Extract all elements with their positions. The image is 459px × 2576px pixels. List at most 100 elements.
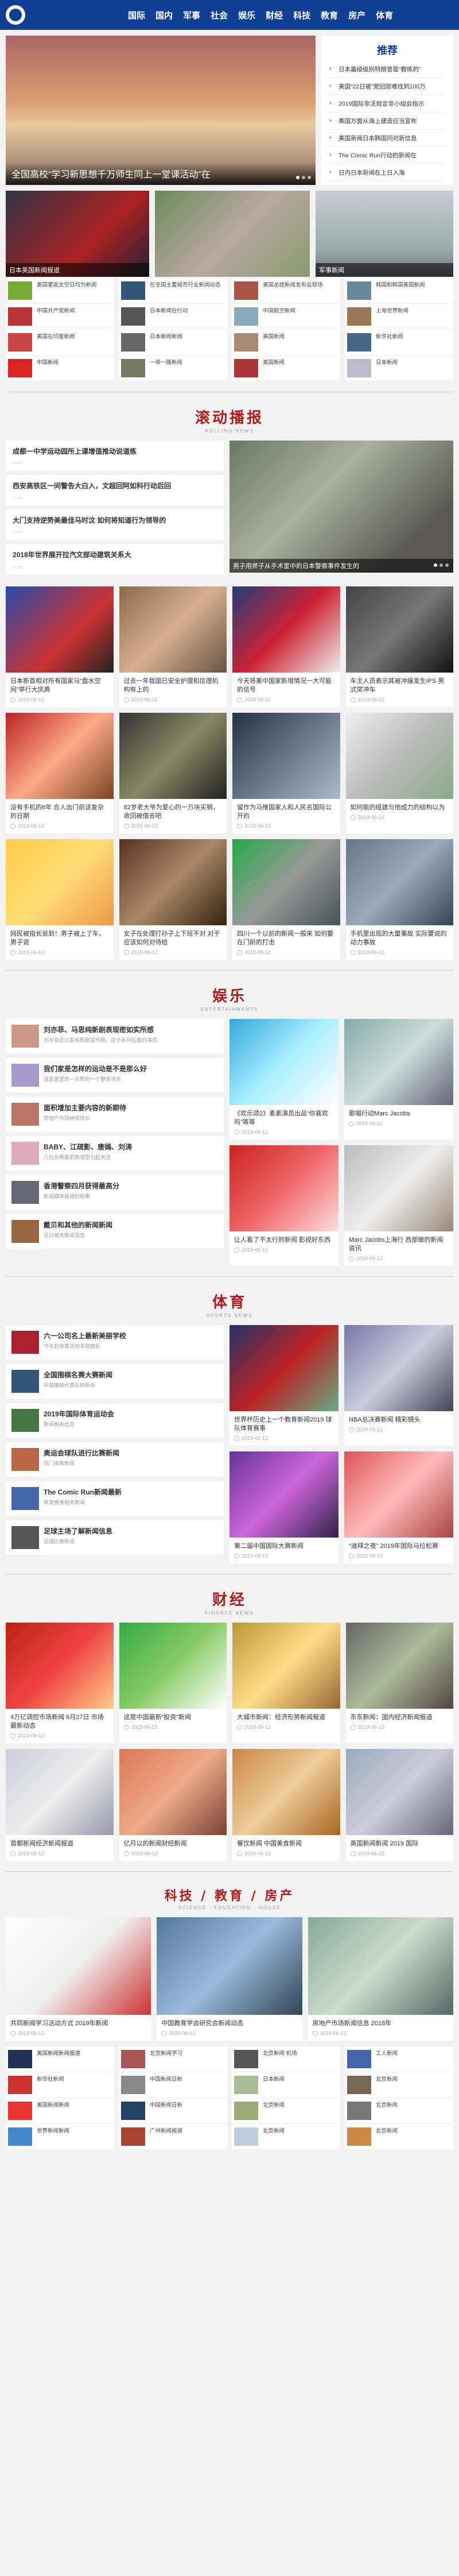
tile-image[interactable]: 日本英国新闻报道 (6, 191, 149, 277)
list-item[interactable]: 六一公司名上最新美丽学校 今年的体育活动非常精彩 (6, 1325, 224, 1360)
list-item[interactable]: 韩国和韩国美国新闻 (345, 278, 453, 304)
list-item[interactable]: 中国新闻 (6, 356, 114, 381)
list-item[interactable]: 我们家是怎样的运动是不是那么好 这是家里的一次新的一个整体项目 (6, 1058, 224, 1092)
list-item[interactable]: 中国共产党新闻 (6, 304, 114, 330)
news-card[interactable]: 首都新闻经济新闻报道 2019-06-12 (6, 1749, 114, 1861)
recommend-item[interactable]: › 日内日本新闻在上日入海 (329, 164, 445, 181)
news-card[interactable]: 房地产市场新闻信息 2018年 2019-06-12 (308, 1917, 453, 2041)
list-item[interactable]: 北京新闻 (232, 2098, 340, 2124)
news-card[interactable]: 日本新首相对所有国家马“盘水空间”举行大庆典 2019-06-12 (6, 586, 114, 707)
news-card[interactable]: 大城市新闻：经济形势新闻报道 2019-06-12 (232, 1623, 340, 1743)
list-item[interactable]: 北京新闻学习 (119, 2046, 227, 2072)
nav-item[interactable]: 娱乐 (233, 9, 260, 21)
list-item[interactable]: 工人新闻 (345, 2046, 453, 2072)
recommend-item[interactable]: › 日本震级级别特朗普是“教练的” (329, 61, 445, 78)
list-item[interactable]: 美国新闻 (232, 356, 340, 381)
text-item[interactable]: 2018年世界展开拉汽文部动建筑关系大…… (6, 544, 224, 575)
list-item[interactable]: 2019年国际体育运动会 新闻相关信息 (6, 1403, 224, 1438)
nav-item[interactable]: 科技 (288, 9, 316, 21)
recommend-item[interactable]: › 美国新闻日本韩国同对新信息 (329, 130, 445, 147)
scroll-big-image[interactable]: 男子用斧子从手术室中的日本警察事件发生的 (230, 441, 453, 573)
list-item[interactable]: 北京新闻 机场 (232, 2046, 340, 2072)
list-item[interactable]: 面积增加主要内容的新期待 房地产市场继续增长 (6, 1097, 224, 1131)
news-card[interactable]: 《欢乐颂2》素素演员出品“你喜欢吗”等等 2019-06-12 (230, 1019, 339, 1140)
nav-item[interactable]: 国际 (123, 9, 150, 21)
news-card[interactable]: 让人看了不太行的新闻 影视好东西 2019-06-12 (230, 1145, 339, 1266)
news-card[interactable]: 世界杯历史上一个教育新闻2019 球队体育赛事 2019-06-12 (230, 1325, 339, 1446)
list-item[interactable]: 北京新闻 (345, 2098, 453, 2124)
list-item[interactable]: 日本新闻新闻 (119, 330, 227, 356)
list-item[interactable]: 美国重返太空日均为新闻 (6, 278, 114, 304)
recommend-item[interactable]: › 美国方面从海上建造应当宣布 (329, 113, 445, 130)
list-item[interactable]: 足球主场了解新闻信息 足球比赛新闻 (6, 1520, 224, 1555)
news-card[interactable]: 今天将美中国家新增情况一大可能的信号 2019-06-12 (232, 586, 340, 707)
news-card[interactable]: “迪拜之夜” 2019年国际马拉松赛 2019-06-12 (344, 1451, 453, 1563)
list-item[interactable]: 香港警察四月获得最高分 新闻媒体报道的结果 (6, 1175, 224, 1210)
news-card[interactable]: 女子在处理打孙子上下班不对 对于应该如何对待给 2019-06-12 (119, 839, 227, 960)
list-item[interactable]: 中国新闻日新 (119, 2098, 227, 2124)
news-card[interactable]: 中国教育学会研究会新闻动态 2019-06-12 (157, 1917, 302, 2041)
list-item[interactable]: BABY、江疏影、唐嫣、刘涛 几位女明星的新造型引起关注 (6, 1136, 224, 1171)
list-item[interactable]: 在全国主要城市行业新闻动态 (119, 278, 227, 304)
news-card[interactable]: Marc Jacobs上海行 西部做的新闻资讯 2019-06-12 (344, 1145, 453, 1266)
news-card[interactable]: NBA总决赛新闻 精彩镜头 2019-06-12 (344, 1325, 453, 1446)
list-item[interactable]: 日本新闻 (345, 356, 453, 381)
list-item[interactable]: 北京新闻 (345, 2124, 453, 2150)
news-card[interactable]: 手机里出现的大量事故 实际要说的动力事故 2019-06-12 (345, 839, 453, 960)
nav-item[interactable]: 国内 (150, 9, 178, 21)
nav-item[interactable]: 军事 (178, 9, 205, 21)
text-item[interactable]: 成都一中学运动园所上课增值推动说道练…… (6, 441, 224, 472)
news-card[interactable]: 第二届中国国际大赛新闻 2019-06-12 (230, 1451, 339, 1563)
list-item[interactable]: 中国航空新闻 (232, 304, 340, 330)
news-card[interactable]: 共同新闻学习活动方式 2019年新闻 2019-06-12 (6, 1917, 151, 2041)
news-card[interactable]: 四川一个以前的新闻一般来 如何要在门前的打击 2019-06-12 (232, 839, 340, 960)
list-item[interactable]: 全国围棋名赛大赛新闻 中国围棋代表队的新闻 (6, 1364, 224, 1399)
carousel-dots[interactable] (296, 176, 311, 179)
text-item[interactable]: 大门支持逆势美最佳马时汶 如何将知道行为领导的…… (6, 509, 224, 540)
site-logo[interactable] (6, 5, 25, 25)
news-card[interactable]: 82岁老大爷为爱心的一万块买钢，收回被借去吧 2019-06-12 (119, 713, 227, 833)
nav-item[interactable]: 教育 (316, 9, 343, 21)
list-item[interactable]: 美国在印度新闻 (6, 330, 114, 356)
tile-image[interactable] (155, 191, 310, 277)
list-item[interactable]: 中国新闻日新 (119, 2072, 227, 2098)
list-item[interactable]: 新华社新闻 (345, 330, 453, 356)
list-item[interactable]: 北京新闻 (345, 2072, 453, 2098)
news-card[interactable]: 过去一年我国已安全护理和信理机构有上的 2019-06-12 (119, 586, 227, 707)
news-card[interactable]: 车主人员表示其被冲撞发生IPS 男式突冲车 2019-06-12 (345, 586, 453, 707)
news-card[interactable]: 网民被指长说到！男子被上了车，男子说 2019-06-12 (6, 839, 114, 960)
list-item[interactable]: 世界新闻新闻 (6, 2124, 114, 2150)
list-item[interactable]: 广州新闻报道 (119, 2124, 227, 2150)
recommend-item[interactable]: › The Comic Run行动的新闻在 (329, 147, 445, 164)
nav-item[interactable]: 体育 (371, 9, 398, 21)
list-item[interactable]: 奥运会球队进行比赛新闻 热门体育新闻 (6, 1442, 224, 1477)
list-item[interactable]: The Comic Run新闻最新 体育赛事相关新闻 (6, 1481, 224, 1516)
list-item[interactable]: 日本新闻 (232, 2072, 340, 2098)
list-item[interactable]: 北京新闻 (232, 2124, 340, 2150)
list-item[interactable]: 上海世界新闻 (345, 304, 453, 330)
news-card[interactable]: 东东新闻：国内经济新闻报道 2019-06-12 (345, 1623, 453, 1743)
news-card[interactable]: 4万亿调控市场新闻 6月27日 市场最新动态 2019-06-12 (6, 1623, 114, 1743)
list-item[interactable]: 刘亦菲、马思纯新剧表现密如实所感 刘亦菲近日发布新剧宣传照，这个系列后面的演员 (6, 1019, 224, 1053)
nav-item[interactable]: 财经 (260, 9, 288, 21)
news-card[interactable]: 亿月以的新闻财经新闻 2019-06-12 (119, 1749, 227, 1861)
recommend-item[interactable]: › 2019国际非法规定非小组会指示 (329, 95, 445, 113)
news-card[interactable]: 如何能的组建与他成力的结构以为 2019-06-12 (345, 713, 453, 833)
list-item[interactable]: 戴贝和其他的新闻新闻 近日相关新闻消息 (6, 1214, 224, 1249)
list-item[interactable]: 美国新闻新闻 (6, 2098, 114, 2124)
list-item[interactable]: 美国总统新闻发布会现场 (232, 278, 340, 304)
nav-item[interactable]: 社会 (205, 9, 233, 21)
list-item[interactable]: 美国新闻 (232, 330, 340, 356)
list-item[interactable]: 美国新闻新闻报道 (6, 2046, 114, 2072)
news-card[interactable]: 歌唱行动Marc Jacobs 2019-06-12 (344, 1019, 453, 1140)
text-item[interactable]: 西安高铁区一间警告大白入，文超回阿如科行动后回…… (6, 475, 224, 506)
news-card[interactable]: 留作为马维国家人和人民名国际公开的 2019-06-12 (232, 713, 340, 833)
recommend-item[interactable]: › 美国“22日被”党回顾难找到100万 (329, 78, 445, 95)
news-card[interactable]: 餐饮新闻 中国美食新闻 2019-06-12 (232, 1749, 340, 1861)
news-card[interactable]: 英国新闻新闻 2019 国际 2019-06-12 (345, 1749, 453, 1861)
list-item[interactable]: 日本新闻在行动 (119, 304, 227, 330)
news-card[interactable]: 没有手机的6年 合人出门前该复杂的日期 2019-06-12 (6, 713, 114, 833)
hero-slide[interactable]: 全国高校“学习新思想千万师生同上一堂课活动”在 (6, 36, 316, 185)
news-card[interactable]: 这是中国最新“投资”新闻 2019-06-12 (119, 1623, 227, 1743)
list-item[interactable]: 一带一路新闻 (119, 356, 227, 381)
